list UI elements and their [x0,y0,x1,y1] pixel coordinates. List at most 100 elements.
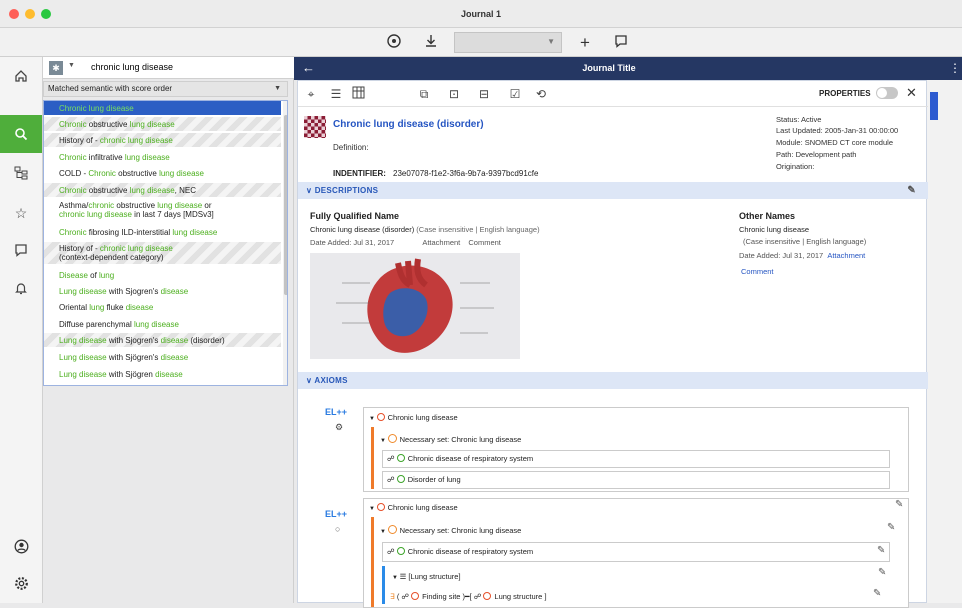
axiom-2-role[interactable]: ∃ ( ☍ Finding site )━[ ☍ Lung structure … [390,592,547,601]
search-result-text: fibrosing ILD-interstitial [86,228,173,237]
search-result-item[interactable]: History of - chronic lung disease [44,133,281,147]
chevron-down-icon: ▼ [547,37,555,46]
account-icon[interactable] [0,530,42,568]
search-result-item[interactable]: Oriental lung fluke disease [44,300,281,314]
axiom-2-role-label: Finding site [422,592,461,601]
background-panel-edge [927,80,962,603]
search-result-text: Diffuse parenchymal [59,320,134,329]
fqn-attachment-link[interactable]: Attachment [422,238,460,247]
table-icon[interactable] [350,86,366,102]
list-icon[interactable]: ☰ [328,86,344,102]
axioms-section-header[interactable]: ∨ AXIOMS [298,372,928,389]
search-result-text: obstructive [86,120,130,129]
axiom-1-root[interactable]: ▼ Chronic lung disease [369,413,458,422]
edit-pencil-icon[interactable]: ✎ [887,522,895,533]
arrow-icon: )━[ ☍ [460,592,484,601]
edit-pencil-icon[interactable]: ✎ [907,182,916,199]
toolbar-select[interactable]: ▼ [454,32,562,53]
export-icon[interactable]: ⊡ [446,86,462,102]
search-result-item[interactable]: Lung disease with Sjögren disease [44,367,281,381]
search-result-item[interactable]: Chronic lung disease [44,101,281,115]
target-icon[interactable] [384,33,404,53]
link-icon: ☍ [387,547,397,556]
concept-title[interactable]: Chronic lung disease (disorder) [333,119,484,130]
home-icon[interactable] [0,57,42,95]
edit-pencil-icon[interactable]: ✎ [895,499,903,510]
copy-icon[interactable]: ⧉ [416,86,432,102]
search-result-text: Chronic [59,228,87,237]
search-result-item[interactable]: Lung disease with Sjogren's disease [44,284,281,298]
search-result-text: fluke [104,303,126,312]
star-icon[interactable]: ☆ [0,194,42,232]
edit-pencil-icon[interactable]: ✎ [878,567,886,578]
fqn-comment-link[interactable]: Comment [468,238,501,247]
search-result-text: Chronic [59,153,87,162]
download-icon[interactable] [421,33,441,53]
results-scroll-thumb[interactable] [284,115,287,295]
add-icon[interactable]: + [575,33,595,53]
bubble-icon[interactable]: ○ [335,524,340,534]
settings-icon[interactable] [0,567,42,605]
axiom-1-row-2[interactable]: ☍ Disorder of lung [382,471,890,489]
close-icon[interactable]: ✕ [906,85,917,101]
gears-icon[interactable]: ⚙ [335,422,343,433]
axiom-2-group[interactable]: ▼ ☰ [Lung structure] [392,572,461,581]
search-result-text: Chronic [59,120,87,129]
search-input[interactable] [91,62,281,72]
other-name-comment-link[interactable]: Comment [741,267,774,276]
search-result-item[interactable]: Chronic infiltrative lung disease [44,150,281,164]
checkbox-icon[interactable]: ☑ [507,86,523,102]
search-result-item[interactable]: Lung disease with Sjögren's disease [44,350,281,364]
chevron-down-icon[interactable]: ▼ [68,62,75,69]
bell-icon[interactable] [0,271,42,309]
sort-order-select[interactable]: Matched semantic with score order ▼ [43,81,288,97]
link-icon: ☍ [387,454,397,463]
search-result-item[interactable]: Chronic obstructive lung disease [44,117,281,131]
search-result-text: Chronic lung disease [59,104,134,113]
search-result-item[interactable]: Asthma/chronic obstructive lung disease … [44,199,281,221]
search-result-item[interactable]: History of - chronic lung disease (contex… [44,242,281,264]
fqn-date: Date Added: Jul 31, 2017 [310,238,395,247]
comment-icon[interactable] [611,33,631,53]
axiom-1-necessary-set[interactable]: ▼ Necessary set: Chronic lung disease [380,434,521,444]
taxonomy-icon[interactable] [0,156,42,194]
snowflake-icon[interactable]: ✱ [49,61,63,75]
edit-pencil-icon[interactable]: ✎ [877,545,885,556]
chevron-down-icon: ∨ [306,186,315,195]
axiom-2-necessary-set[interactable]: ▼ Necessary set: Chronic lung disease [380,525,521,535]
axiom-1-row-1[interactable]: ☍ Chronic disease of respiratory system [382,450,890,468]
properties-toggle[interactable] [876,87,898,99]
axiom-2-row-1[interactable]: ☍ Chronic disease of respiratory system … [382,542,890,562]
search-result-text: Lung disease [59,353,107,362]
axiom-2-root[interactable]: ▼ Chronic lung disease [369,503,458,512]
crosshair-icon[interactable]: ⌖ [303,86,319,102]
search-result-item[interactable]: Chronic obstructive lung disease, NEC [44,183,281,197]
search-result-text: Lung disease [59,287,107,296]
search-result-item[interactable]: Lung disease with Sjogren's disease (dis… [44,333,281,347]
search-result-text: of [87,271,100,280]
descriptions-section-header[interactable]: ∨ DESCRIPTIONS ✎ [298,182,928,199]
edit-pencil-icon[interactable]: ✎ [873,588,881,599]
fqn-value: Chronic lung disease (disorder) (Case in… [310,225,540,234]
chat-icon[interactable] [0,233,42,271]
more-menu-icon[interactable]: ⋮ [949,61,961,75]
concept-circle-icon [396,475,405,483]
bracket-icon: ∃ [390,592,397,601]
search-result-item[interactable]: Disease of lung [44,268,281,282]
axiom-2-group-bar [382,566,385,604]
search-result-text: lung disease [129,120,175,129]
search-result-item[interactable]: COLD - Chronic obstructive lung disease [44,166,281,180]
caret-down-icon: ▼ [380,529,388,535]
search-result-text: or [202,201,212,210]
search-icon[interactable] [0,115,42,153]
search-result-item[interactable]: Diffuse parenchymal lung disease [44,317,281,331]
other-name-attachment-link[interactable]: Attachment [827,251,865,260]
search-result-item[interactable]: Chronic fibrosing ILD-interstitial lung … [44,225,281,239]
sort-order-label: Matched semantic with score order [48,84,173,93]
search-result-text: chronic lung disease [59,210,132,219]
history-icon[interactable]: ⟲ [533,86,549,102]
other-name-value: Chronic lung disease [739,225,810,234]
archive-icon[interactable]: ⊟ [476,86,492,102]
axiom-2-root-label: Chronic lung disease [387,503,458,512]
search-result-text: with Sjogren's [106,287,161,296]
